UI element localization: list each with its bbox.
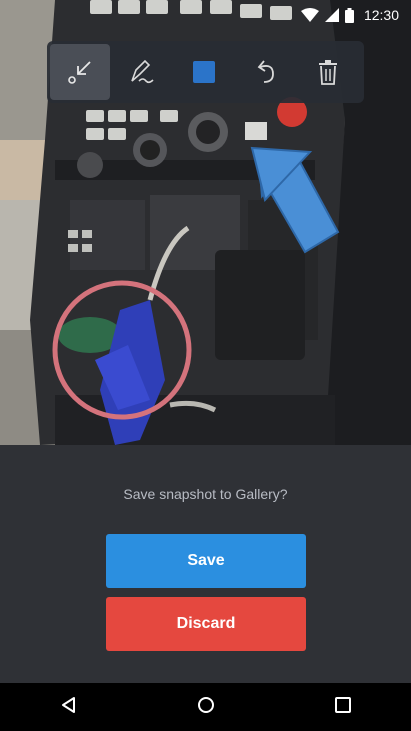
home-icon — [197, 696, 215, 719]
color-swatch-icon — [192, 60, 216, 84]
arrow-tool-icon — [65, 57, 95, 87]
back-icon — [60, 696, 78, 719]
circle-annotation[interactable] — [52, 280, 192, 420]
wifi-icon — [300, 8, 319, 22]
color-picker-button[interactable] — [174, 44, 234, 100]
trash-icon — [313, 57, 343, 87]
undo-icon — [251, 57, 281, 87]
navigation-bar — [0, 683, 411, 731]
undo-button[interactable] — [236, 44, 296, 100]
cellular-signal-icon — [324, 8, 339, 22]
pen-tool-button[interactable] — [112, 44, 172, 100]
arrow-tool-button[interactable] — [50, 44, 110, 100]
back-button[interactable] — [39, 683, 99, 731]
recents-button[interactable] — [313, 683, 373, 731]
pen-tool-icon — [127, 57, 157, 87]
annotation-toolbar — [47, 41, 364, 103]
save-button[interactable]: Save — [106, 534, 306, 588]
screen: 12:30 Save snapshot to Gallery? Save Dis… — [0, 0, 411, 731]
delete-button[interactable] — [298, 44, 358, 100]
save-prompt-text: Save snapshot to Gallery? — [123, 486, 288, 502]
arrow-annotation[interactable] — [250, 146, 340, 254]
status-bar: 12:30 — [0, 0, 411, 30]
home-button[interactable] — [176, 683, 236, 731]
status-time: 12:30 — [363, 7, 399, 23]
battery-icon — [344, 7, 354, 23]
discard-button[interactable]: Discard — [106, 597, 306, 651]
recents-icon — [334, 696, 352, 719]
